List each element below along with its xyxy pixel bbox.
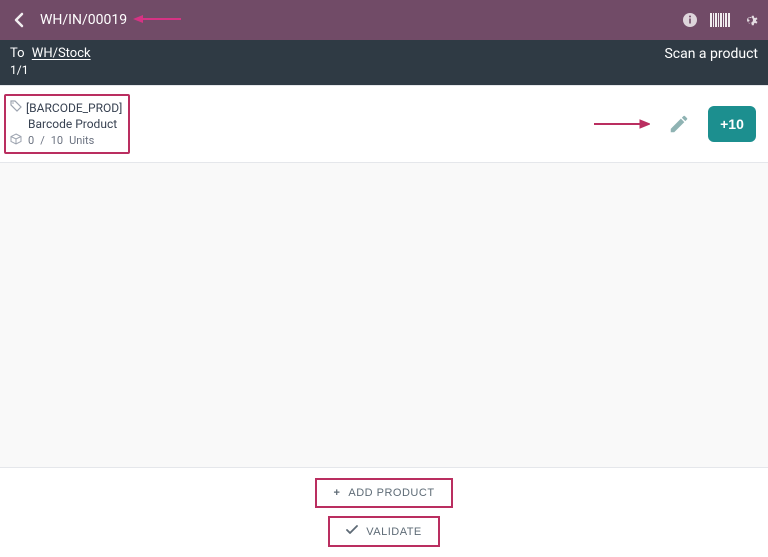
validate-button[interactable]: VALIDATE <box>328 516 440 547</box>
chevron-left-icon <box>14 12 24 28</box>
content-area: [BARCODE_PROD] Barcode Product 0 / 10 Un… <box>0 85 768 468</box>
product-info-highlight: [BARCODE_PROD] Barcode Product 0 / 10 Un… <box>4 94 130 154</box>
barcode-icon <box>710 13 730 27</box>
product-row[interactable]: [BARCODE_PROD] Barcode Product 0 / 10 Un… <box>0 86 768 163</box>
add-product-button[interactable]: + ADD PRODUCT <box>315 478 452 508</box>
topbar-actions <box>682 12 758 28</box>
plus-icon: + <box>333 487 340 499</box>
check-icon <box>346 525 358 538</box>
scan-hint: Scan a product <box>664 46 758 62</box>
product-name: Barcode Product <box>28 117 122 131</box>
increment-button[interactable]: +10 <box>708 106 756 142</box>
annotation-arrow-title <box>133 13 181 28</box>
page-title: WH/IN/00019 <box>40 12 127 28</box>
barcode-button[interactable] <box>710 13 730 27</box>
info-button[interactable] <box>682 12 698 28</box>
to-label: To <box>10 46 25 61</box>
pencil-icon <box>668 113 690 135</box>
subbar: To WH/Stock 1/1 Scan a product <box>0 40 768 85</box>
info-icon <box>682 12 698 28</box>
tag-icon <box>10 100 22 115</box>
destination-link[interactable]: WH/Stock <box>32 46 91 61</box>
edit-button[interactable] <box>664 109 694 139</box>
validate-label: VALIDATE <box>366 526 422 538</box>
row-actions: +10 <box>594 106 756 142</box>
destination-line: To WH/Stock <box>10 46 91 61</box>
product-code: [BARCODE_PROD] <box>26 101 122 115</box>
qty-unit: Units <box>69 134 94 147</box>
qty-done: 0 <box>28 134 34 147</box>
annotation-arrow-edit <box>594 119 650 129</box>
page-count: 1/1 <box>10 63 91 77</box>
gear-icon <box>742 12 758 28</box>
package-icon <box>10 133 22 148</box>
add-product-label: ADD PRODUCT <box>348 487 434 499</box>
back-button[interactable] <box>10 12 28 28</box>
settings-button[interactable] <box>742 12 758 28</box>
qty-separator: / <box>40 134 45 147</box>
topbar: WH/IN/00019 <box>0 0 768 40</box>
bottom-actions: + ADD PRODUCT VALIDATE <box>0 467 768 557</box>
qty-total: 10 <box>51 134 63 147</box>
